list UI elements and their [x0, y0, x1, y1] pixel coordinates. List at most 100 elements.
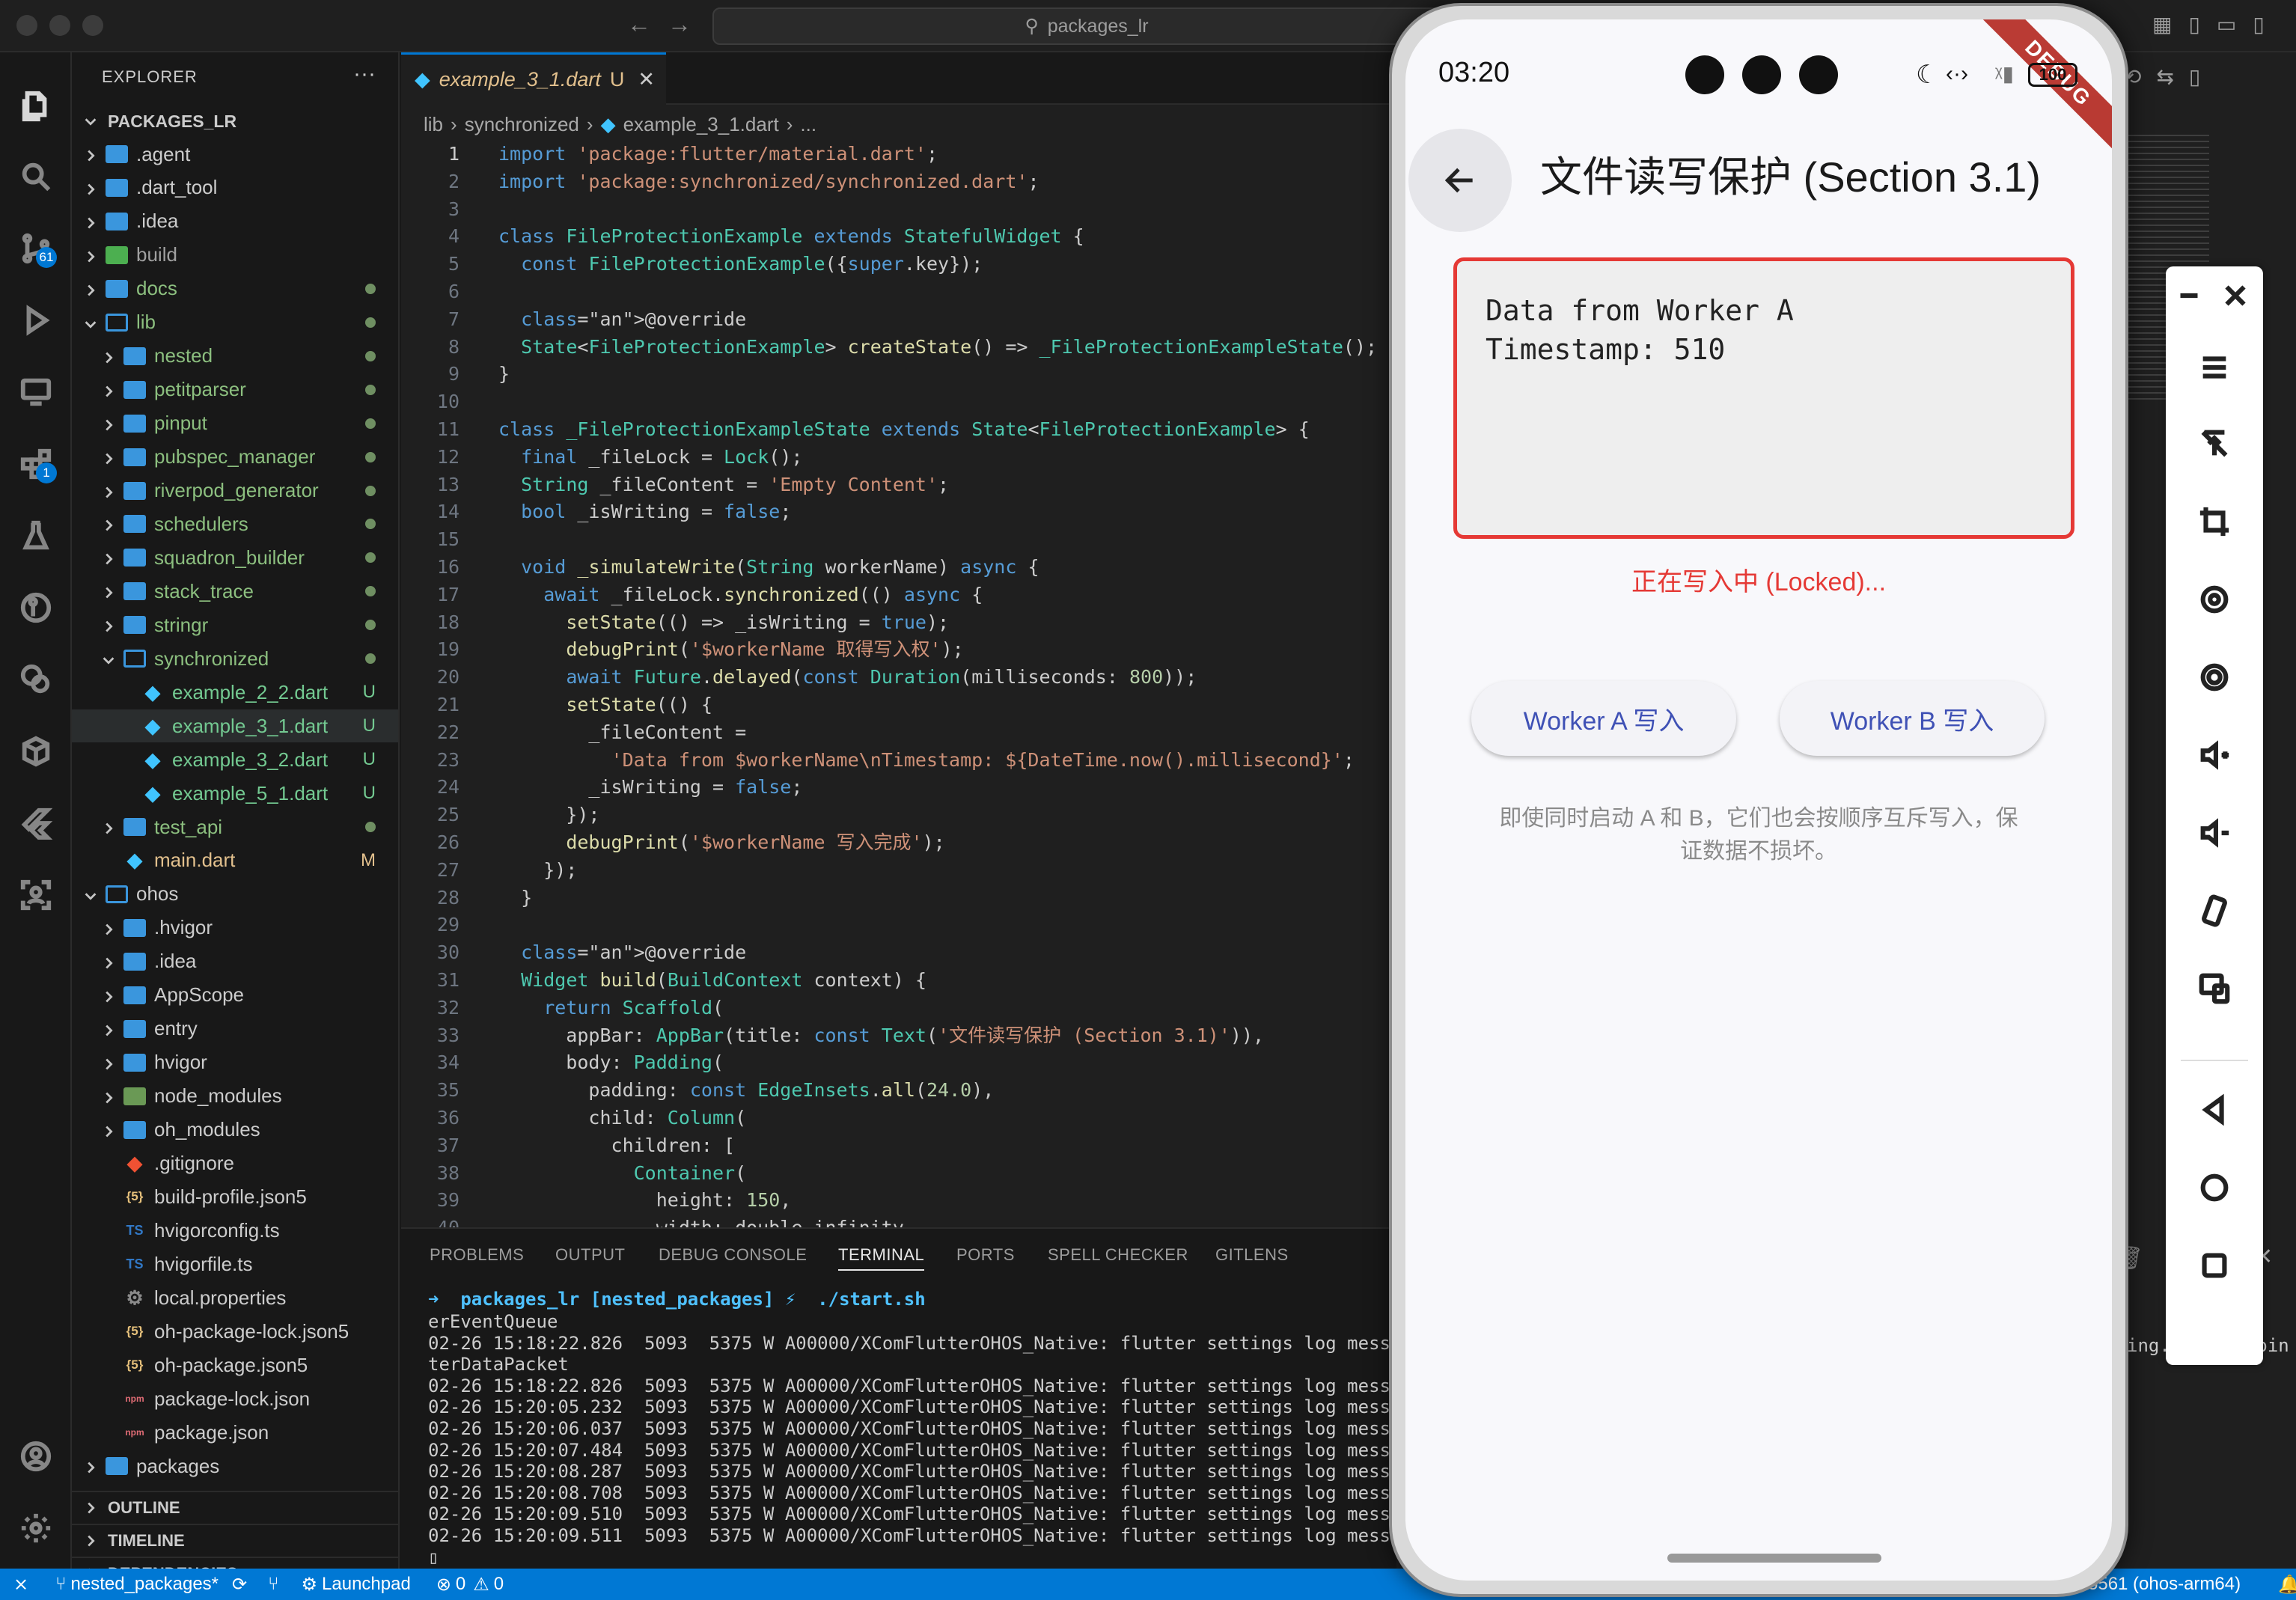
testing-flask-icon[interactable]: [15, 515, 57, 557]
maximize-window-button[interactable]: [82, 15, 103, 36]
device-label[interactable]: 5561 (ohos-arm64): [2088, 1574, 2241, 1595]
code-line[interactable]: 17 await _fileLock.synchronized(() async…: [401, 581, 1396, 608]
code-line[interactable]: 5 const FileProtectionExample({super.key…: [401, 251, 1396, 278]
code-line[interactable]: 20 await Future.delayed(const Duration(m…: [401, 664, 1396, 691]
remote-icon[interactable]: ⨯: [13, 1574, 28, 1596]
tree-folder[interactable]: .hvigor: [72, 912, 398, 944]
code-line[interactable]: 32 return Scaffold(: [401, 995, 1396, 1022]
containers-icon[interactable]: [15, 730, 57, 772]
code-editor[interactable]: 1 import 'package:flutter/material.dart';…: [401, 141, 1396, 1239]
code-line[interactable]: 6: [401, 278, 1396, 305]
tree-folder[interactable]: .idea: [72, 945, 398, 978]
breadcrumb-file[interactable]: example_3_1.dart: [623, 113, 779, 136]
tree-file[interactable]: npm package.json: [72, 1416, 398, 1449]
code-line[interactable]: 27 });: [401, 857, 1396, 884]
tree-file[interactable]: ◆ example_3_1.dart U: [72, 709, 398, 743]
back-button[interactable]: [1408, 129, 1512, 232]
tree-file[interactable]: {5} build-profile.json5: [72, 1180, 398, 1213]
tree-file[interactable]: {5} oh-package.json5: [72, 1349, 398, 1381]
account-icon[interactable]: [15, 1435, 57, 1477]
tree-file[interactable]: ⚙ local.properties: [72, 1281, 398, 1314]
tree-file[interactable]: npm package-lock.json: [72, 1382, 398, 1415]
code-line[interactable]: 14 bool _isWriting = false;: [401, 498, 1396, 525]
volume-up-icon[interactable]: [2191, 732, 2238, 778]
code-line[interactable]: 26 debugPrint('$workerName 写入完成');: [401, 829, 1396, 856]
tab-example-3-1[interactable]: ◆ example_3_1.dart U ✕: [401, 52, 666, 105]
code-line[interactable]: 21 setState(() {: [401, 691, 1396, 718]
rotate-icon[interactable]: [2191, 576, 2238, 623]
menu-icon[interactable]: [2191, 344, 2238, 391]
worker-a-button[interactable]: Worker A 写入: [1471, 681, 1736, 756]
tree-file[interactable]: ◆ main.dart M: [72, 844, 398, 877]
back-arrow-icon[interactable]: ←: [627, 10, 651, 38]
branch-label[interactable]: nested_packages*: [71, 1574, 219, 1595]
tree-folder[interactable]: AppScope: [72, 979, 398, 1012]
git-graph-icon[interactable]: ⑂: [268, 1574, 278, 1595]
code-line[interactable]: 2 import 'package:synchronized/synchroniz…: [401, 168, 1396, 195]
tree-folder[interactable]: node_modules: [72, 1080, 398, 1113]
sync-icon[interactable]: ⟳: [232, 1574, 247, 1596]
code-line[interactable]: 28 }: [401, 885, 1396, 912]
tree-folder[interactable]: ohos: [72, 878, 398, 911]
accounts-scan-icon[interactable]: [15, 874, 57, 916]
code-line[interactable]: 19 debugPrint('$workerName 取得写入权');: [401, 636, 1396, 663]
code-line[interactable]: 35 padding: const EdgeInsets.all(24.0),: [401, 1077, 1396, 1104]
nav-recents-icon[interactable]: [2191, 1242, 2238, 1289]
tree-folder[interactable]: build: [72, 239, 398, 272]
remote-explorer-icon[interactable]: [15, 371, 57, 413]
code-line[interactable]: 30 class="an">@override: [401, 939, 1396, 966]
code-line[interactable]: 29: [401, 912, 1396, 938]
outline-section[interactable]: OUTLINE: [72, 1491, 398, 1524]
tree-folder[interactable]: riverpod_generator: [72, 474, 398, 507]
minimize-emulator-icon[interactable]: [2166, 272, 2212, 319]
code-line[interactable]: 37 children: [: [401, 1132, 1396, 1159]
tree-folder[interactable]: lib: [72, 306, 398, 339]
code-line[interactable]: 10: [401, 388, 1396, 415]
code-line[interactable]: 7 class="an">@override: [401, 306, 1396, 333]
tree-folder[interactable]: pubspec_manager: [72, 441, 398, 474]
tree-folder[interactable]: synchronized: [72, 642, 398, 675]
tab-problems[interactable]: PROBLEMS: [430, 1245, 524, 1265]
code-line[interactable]: 31 Widget build(BuildContext context) {: [401, 967, 1396, 994]
nav-home-icon[interactable]: [2191, 1164, 2238, 1211]
code-line[interactable]: 16 void _simulateWrite(String workerName…: [401, 554, 1396, 581]
code-line[interactable]: 23 'Data from $workerName\nTimestamp: ${…: [401, 747, 1396, 774]
code-line[interactable]: 34 body: Padding(: [401, 1049, 1396, 1076]
tree-file[interactable]: TS hvigorconfig.ts: [72, 1214, 398, 1247]
tree-folder[interactable]: docs: [72, 272, 398, 305]
tab-debug-console[interactable]: DEBUG CONSOLE: [659, 1245, 807, 1265]
launchpad-label[interactable]: Launchpad: [322, 1574, 411, 1595]
code-line[interactable]: 15: [401, 526, 1396, 553]
tree-file[interactable]: ◆ example_3_2.dart U: [72, 743, 398, 776]
code-line[interactable]: 1 import 'package:flutter/material.dart';: [401, 141, 1396, 168]
code-line[interactable]: 3: [401, 196, 1396, 223]
code-line[interactable]: 13 String _fileContent = 'Empty Content'…: [401, 471, 1396, 498]
tree-folder[interactable]: stack_trace: [72, 575, 398, 608]
code-line[interactable]: 25 });: [401, 801, 1396, 828]
tree-file[interactable]: ◆ example_2_2.dart U: [72, 676, 398, 709]
tab-spell-checker[interactable]: SPELL CHECKER: [1048, 1245, 1188, 1265]
tree-folder[interactable]: stringr: [72, 608, 398, 641]
tree-folder[interactable]: oh_modules: [72, 1114, 398, 1146]
tree-file[interactable]: {5} oh-package-lock.json5: [72, 1315, 398, 1348]
code-line[interactable]: 12 final _fileLock = Lock();: [401, 444, 1396, 471]
tree-file[interactable]: ◆ .gitignore: [72, 1147, 398, 1180]
tree-folder[interactable]: pinput: [72, 407, 398, 440]
code-line[interactable]: 33 appBar: AppBar(title: const Text('文件读…: [401, 1022, 1396, 1049]
tree-folder[interactable]: schedulers: [72, 507, 398, 540]
code-line[interactable]: 18 setState(() => _isWriting = true);: [401, 609, 1396, 636]
tree-folder[interactable]: entry: [72, 1013, 398, 1045]
flutter-icon[interactable]: [15, 802, 57, 844]
nav-back-icon[interactable]: [2191, 1087, 2238, 1133]
explorer-icon[interactable]: [15, 85, 57, 127]
screen-record-icon[interactable]: [2191, 654, 2238, 700]
worker-b-button[interactable]: Worker B 写入: [1780, 681, 2045, 756]
crop-icon[interactable]: [2191, 498, 2238, 545]
home-indicator[interactable]: [1667, 1554, 1881, 1563]
editor-actions[interactable]: ⟲⇆▯: [2124, 64, 2215, 89]
tree-folder[interactable]: nested: [72, 340, 398, 373]
extensions-icon[interactable]: 1: [15, 443, 57, 485]
tab-ports[interactable]: PORTS: [956, 1245, 1015, 1265]
code-line[interactable]: 9}: [401, 361, 1396, 388]
tree-folder[interactable]: squadron_builder: [72, 541, 398, 574]
